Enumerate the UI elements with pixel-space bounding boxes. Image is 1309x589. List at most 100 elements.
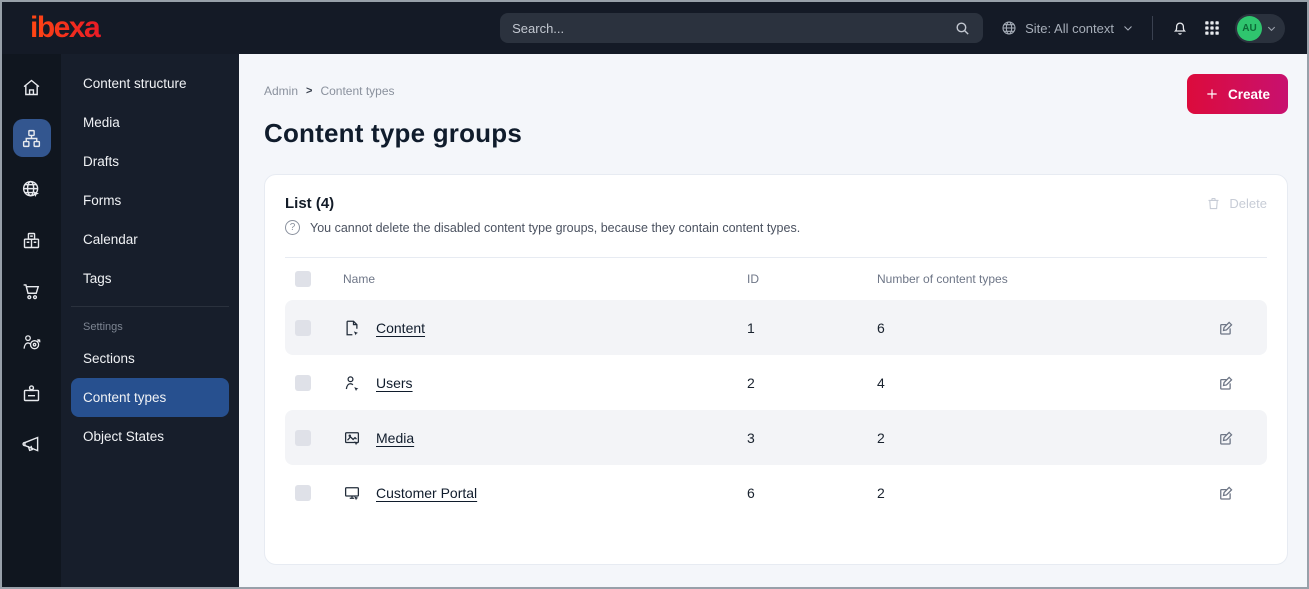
site-context-label: Site: All context bbox=[1025, 20, 1114, 36]
group-link[interactable]: Customer Portal bbox=[376, 485, 477, 501]
site-globe-icon bbox=[22, 180, 39, 197]
ibexa-logo[interactable]: ibexa bbox=[30, 11, 235, 45]
user-menu[interactable]: AU bbox=[1235, 13, 1285, 43]
media-image-icon bbox=[344, 431, 360, 445]
column-header-count: Number of content types bbox=[877, 272, 1008, 286]
global-search[interactable] bbox=[500, 13, 984, 43]
side-menu: Content structure Media Drafts Forms Cal… bbox=[61, 54, 239, 587]
breadcrumb-content-types: Content types bbox=[320, 84, 395, 98]
menu-item-label: Sections bbox=[83, 351, 135, 366]
home-icon bbox=[23, 79, 40, 95]
table-header-row: Name ID Number of content types bbox=[285, 258, 1267, 300]
edit-button[interactable] bbox=[1217, 374, 1257, 392]
rail-site[interactable] bbox=[13, 170, 51, 208]
avatar: AU bbox=[1237, 15, 1262, 41]
content-type-groups-card: List (4) Delete ? You cannot delete the … bbox=[264, 174, 1288, 565]
group-link[interactable]: Content bbox=[376, 320, 425, 336]
row-checkbox[interactable] bbox=[295, 429, 311, 446]
rail-corporate[interactable] bbox=[13, 374, 51, 412]
menu-item-label: Content types bbox=[83, 390, 167, 405]
grid-icon bbox=[1205, 21, 1219, 35]
menu-item-sections[interactable]: Sections bbox=[71, 339, 229, 378]
notifications-button[interactable] bbox=[1171, 19, 1189, 37]
products-icon bbox=[23, 232, 40, 248]
campaign-megaphone-icon bbox=[22, 435, 39, 452]
create-button-label: Create bbox=[1227, 86, 1270, 102]
content-type-groups-table: Name ID Number of content types Content … bbox=[285, 257, 1267, 520]
menu-item-label: Media bbox=[83, 115, 120, 130]
menu-item-label: Calendar bbox=[83, 232, 138, 247]
icon-rail bbox=[2, 54, 61, 587]
menu-item-content-structure[interactable]: Content structure bbox=[71, 64, 229, 103]
row-checkbox[interactable] bbox=[295, 319, 311, 336]
app-switcher-button[interactable] bbox=[1203, 19, 1221, 37]
menu-item-media[interactable]: Media bbox=[71, 103, 229, 142]
breadcrumb-separator: > bbox=[306, 85, 313, 97]
column-header-id: ID bbox=[747, 272, 759, 286]
menu-item-calendar[interactable]: Calendar bbox=[71, 220, 229, 259]
menu-item-label: Forms bbox=[83, 193, 122, 208]
delete-button-label: Delete bbox=[1229, 196, 1267, 211]
search-input[interactable] bbox=[512, 20, 955, 36]
edit-icon bbox=[1220, 376, 1233, 390]
group-link[interactable]: Users bbox=[376, 375, 413, 391]
help-icon[interactable]: ? bbox=[285, 220, 300, 235]
bell-icon bbox=[1173, 22, 1187, 35]
group-link[interactable]: Media bbox=[376, 430, 414, 446]
search-icon[interactable] bbox=[954, 20, 971, 37]
chevron-down-icon bbox=[1267, 26, 1276, 31]
group-id: 3 bbox=[747, 429, 755, 446]
menu-item-drafts[interactable]: Drafts bbox=[71, 142, 229, 181]
menu-item-tags[interactable]: Tags bbox=[71, 259, 229, 298]
menu-divider bbox=[71, 306, 229, 307]
menu-item-content-types[interactable]: Content types bbox=[71, 378, 229, 417]
cart-icon bbox=[23, 283, 40, 299]
edit-button[interactable] bbox=[1217, 429, 1257, 447]
chevron-down-icon bbox=[1124, 26, 1132, 31]
plus-icon bbox=[1207, 89, 1217, 99]
menu-section-header: Settings bbox=[83, 321, 123, 333]
group-count: 4 bbox=[877, 374, 885, 391]
rail-content[interactable] bbox=[12, 119, 51, 157]
table-row: Customer Portal 6 2 bbox=[285, 465, 1267, 520]
portal-monitor-icon bbox=[344, 486, 360, 500]
topbar-divider bbox=[1152, 16, 1153, 40]
edit-icon bbox=[1220, 486, 1233, 500]
rail-dashboard[interactable] bbox=[13, 68, 51, 106]
main-content: Admin > Content types Create Content typ… bbox=[239, 54, 1307, 587]
row-checkbox[interactable] bbox=[295, 484, 311, 501]
page-title: Content type groups bbox=[264, 118, 523, 148]
rail-campaigns[interactable] bbox=[13, 425, 51, 463]
menu-item-label: Content structure bbox=[83, 76, 187, 91]
content-tree-icon bbox=[22, 129, 41, 147]
delete-button[interactable]: Delete bbox=[1206, 196, 1267, 211]
menu-item-label: Tags bbox=[83, 271, 112, 286]
edit-button[interactable] bbox=[1217, 484, 1257, 502]
create-button[interactable]: Create bbox=[1186, 74, 1288, 114]
topbar: ibexa Site: All context AU bbox=[2, 2, 1307, 54]
column-header-name: Name bbox=[343, 272, 376, 286]
menu-item-label: Drafts bbox=[83, 154, 120, 169]
rail-commerce[interactable] bbox=[13, 272, 51, 310]
rail-products[interactable] bbox=[13, 221, 51, 259]
corporate-badge-icon bbox=[23, 384, 40, 401]
edit-icon bbox=[1220, 321, 1233, 335]
row-checkbox[interactable] bbox=[295, 374, 311, 391]
site-context-selector[interactable]: Site: All context bbox=[1001, 20, 1134, 36]
breadcrumb-admin[interactable]: Admin bbox=[264, 84, 298, 98]
rail-personalization[interactable] bbox=[13, 323, 51, 361]
users-person-icon bbox=[345, 375, 359, 391]
edit-button[interactable] bbox=[1217, 319, 1257, 337]
breadcrumb: Admin > Content types bbox=[264, 84, 395, 98]
trash-icon bbox=[1208, 197, 1219, 210]
table-row: Media 3 2 bbox=[285, 410, 1267, 465]
menu-item-label: Object States bbox=[83, 429, 165, 444]
select-all-checkbox[interactable] bbox=[295, 271, 311, 287]
group-id: 6 bbox=[747, 484, 755, 501]
group-id: 1 bbox=[747, 319, 755, 336]
menu-item-forms[interactable]: Forms bbox=[71, 181, 229, 220]
edit-icon bbox=[1220, 431, 1233, 445]
content-file-icon bbox=[346, 320, 358, 335]
topbar-right: Site: All context AU bbox=[1001, 13, 1285, 43]
menu-item-object-states[interactable]: Object States bbox=[71, 417, 229, 456]
